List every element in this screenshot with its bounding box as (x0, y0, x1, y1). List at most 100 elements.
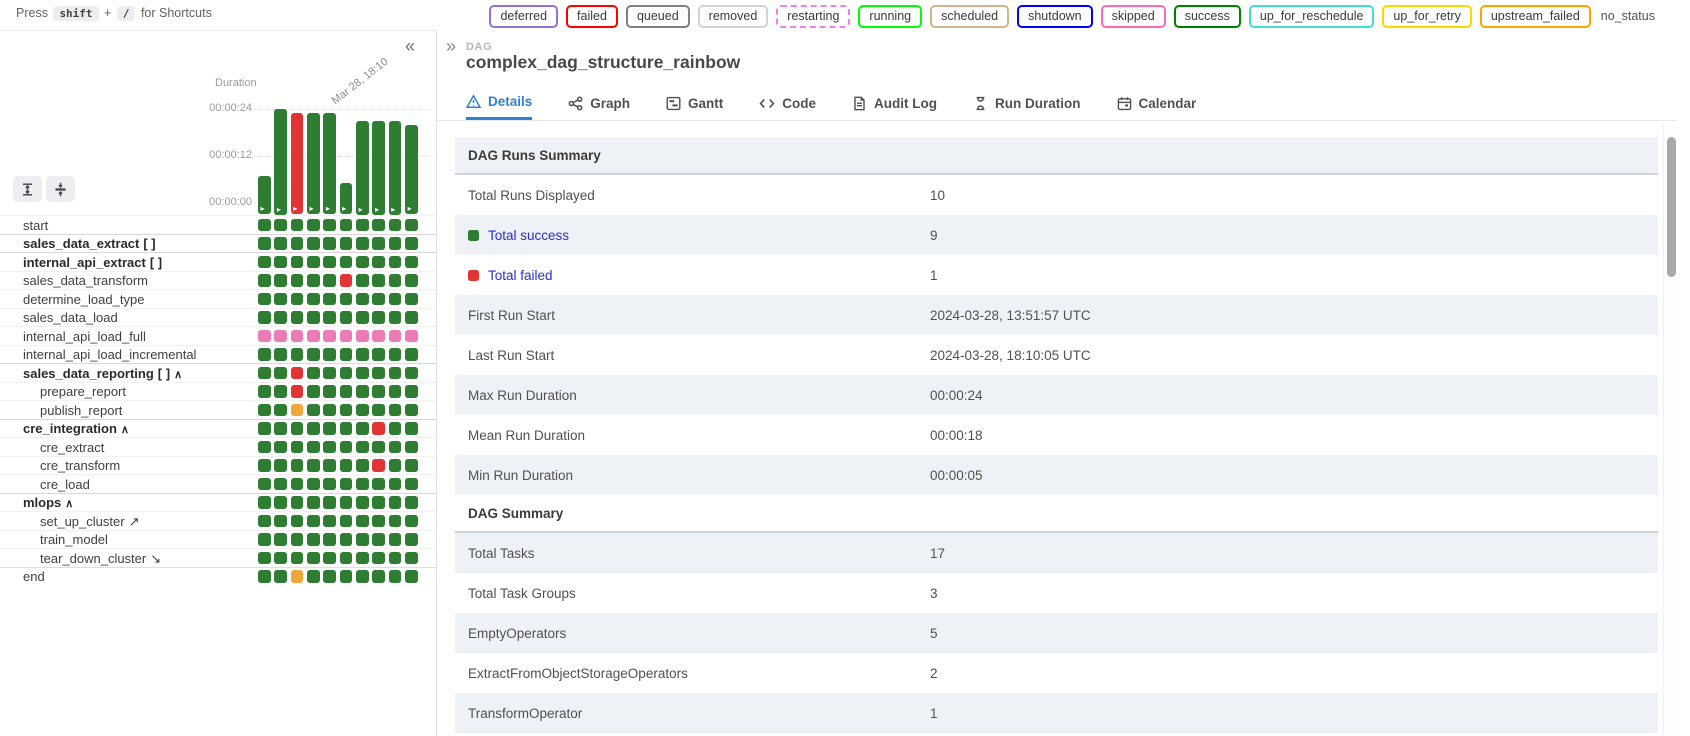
task-instance-square-success[interactable] (405, 348, 418, 361)
task-instance-square-success[interactable] (307, 385, 320, 398)
dag-run-bar[interactable]: ▸ (323, 113, 336, 215)
task-instance-square-success[interactable] (274, 515, 287, 528)
task-label[interactable]: cre_transform (40, 458, 120, 473)
task-instance-square-success[interactable] (389, 570, 402, 583)
state-badge-deferred[interactable]: deferred (489, 5, 558, 28)
task-instance-square-success[interactable] (323, 552, 336, 565)
scrollbar-thumb[interactable] (1667, 137, 1676, 277)
task-instance-square-success[interactable] (405, 311, 418, 324)
task-instance-square-skipped[interactable] (372, 330, 385, 343)
task-instance-square-success[interactable] (258, 496, 271, 509)
task-instance-square-success[interactable] (291, 274, 304, 287)
task-instance-square-success[interactable] (372, 515, 385, 528)
collapse-group-icon[interactable]: ∧ (121, 424, 129, 436)
task-instance-square-success[interactable] (372, 385, 385, 398)
task-instance-square-success[interactable] (356, 311, 369, 324)
tab-run-duration[interactable]: Run Duration (973, 86, 1081, 120)
task-instance-square-upstream_failed[interactable] (291, 570, 304, 583)
collapse-panel-icon[interactable]: « (405, 36, 415, 56)
task-instance-square-success[interactable] (356, 385, 369, 398)
task-instance-square-success[interactable] (389, 274, 402, 287)
task-label[interactable]: internal_api_load_incremental (23, 347, 196, 362)
task-instance-square-success[interactable] (323, 219, 336, 232)
task-label[interactable]: determine_load_type (23, 292, 144, 307)
task-instance-square-success[interactable] (389, 311, 402, 324)
task-instance-square-success[interactable] (274, 496, 287, 509)
task-instance-square-success[interactable] (340, 478, 353, 491)
dag-run-bar[interactable]: ▸ (405, 125, 418, 215)
task-instance-square-success[interactable] (258, 533, 271, 546)
task-instance-square-success[interactable] (389, 293, 402, 306)
task-instance-square-success[interactable] (291, 496, 304, 509)
task-instance-square-success[interactable] (291, 515, 304, 528)
task-instance-square-success[interactable] (356, 552, 369, 565)
task-instance-square-success[interactable] (356, 459, 369, 472)
expand-panel-icon[interactable]: » (446, 36, 456, 56)
task-row-internal_api_extract[interactable]: internal_api_extract[ ] (0, 252, 436, 271)
task-row-determine_load_type[interactable]: determine_load_type (0, 289, 436, 308)
task-instance-square-success[interactable] (307, 367, 320, 380)
task-instance-square-success[interactable] (405, 404, 418, 417)
task-instance-square-failed[interactable] (340, 274, 353, 287)
task-instance-square-success[interactable] (405, 515, 418, 528)
task-instance-square-success[interactable] (372, 311, 385, 324)
task-instance-square-success[interactable] (258, 237, 271, 250)
row-label-link[interactable]: Total failed (488, 268, 553, 283)
task-instance-square-success[interactable] (340, 367, 353, 380)
task-row-sales_data_extract[interactable]: sales_data_extract[ ] (0, 234, 436, 253)
task-instance-square-failed[interactable] (291, 367, 304, 380)
fit-rows-button[interactable] (13, 176, 42, 202)
task-instance-square-success[interactable] (405, 237, 418, 250)
task-instance-square-success[interactable] (405, 256, 418, 269)
task-instance-square-success[interactable] (389, 459, 402, 472)
task-instance-square-success[interactable] (356, 570, 369, 583)
dag-run-bar[interactable]: ▸ (291, 113, 304, 215)
task-row-mlops[interactable]: mlops∧ (0, 493, 436, 512)
task-instance-square-success[interactable] (323, 515, 336, 528)
task-instance-square-success[interactable] (307, 459, 320, 472)
task-instance-square-success[interactable] (389, 496, 402, 509)
task-row-internal_api_load_incremental[interactable]: internal_api_load_incremental (0, 345, 436, 364)
task-instance-square-success[interactable] (389, 515, 402, 528)
task-instance-square-success[interactable] (291, 422, 304, 435)
task-instance-square-failed[interactable] (372, 422, 385, 435)
task-label[interactable]: set_up_cluster↗ (40, 514, 139, 530)
task-instance-square-success[interactable] (258, 459, 271, 472)
task-instance-square-success[interactable] (372, 404, 385, 417)
task-instance-square-success[interactable] (356, 404, 369, 417)
task-label[interactable]: start (23, 218, 48, 233)
state-badge-success[interactable]: success (1174, 5, 1241, 28)
task-instance-square-success[interactable] (323, 533, 336, 546)
task-instance-square-success[interactable] (356, 256, 369, 269)
task-label[interactable]: cre_extract (40, 440, 104, 455)
task-instance-square-success[interactable] (356, 367, 369, 380)
task-instance-square-success[interactable] (307, 552, 320, 565)
task-instance-square-success[interactable] (258, 385, 271, 398)
task-instance-square-success[interactable] (323, 422, 336, 435)
task-instance-square-success[interactable] (323, 237, 336, 250)
task-row-publish_report[interactable]: publish_report (0, 400, 436, 419)
task-row-sales_data_load[interactable]: sales_data_load (0, 308, 436, 327)
task-label[interactable]: sales_data_transform (23, 273, 148, 288)
task-instance-square-success[interactable] (307, 237, 320, 250)
task-instance-square-success[interactable] (372, 219, 385, 232)
row-label-link[interactable]: Total success (488, 228, 569, 243)
task-label[interactable]: publish_report (40, 403, 122, 418)
state-badge-removed[interactable]: removed (698, 5, 769, 28)
task-instance-square-skipped[interactable] (323, 330, 336, 343)
task-instance-square-success[interactable] (274, 219, 287, 232)
task-instance-square-success[interactable] (372, 533, 385, 546)
task-instance-square-success[interactable] (291, 293, 304, 306)
task-instance-square-success[interactable] (258, 274, 271, 287)
task-instance-square-success[interactable] (323, 348, 336, 361)
tab-graph[interactable]: Graph (568, 86, 630, 120)
state-badge-skipped[interactable]: skipped (1101, 5, 1166, 28)
task-instance-square-success[interactable] (340, 219, 353, 232)
task-instance-square-success[interactable] (405, 496, 418, 509)
task-row-end[interactable]: end (0, 567, 436, 586)
task-instance-square-success[interactable] (356, 237, 369, 250)
task-instance-square-success[interactable] (323, 478, 336, 491)
task-instance-square-success[interactable] (274, 441, 287, 454)
task-instance-square-success[interactable] (340, 256, 353, 269)
task-instance-square-success[interactable] (307, 404, 320, 417)
